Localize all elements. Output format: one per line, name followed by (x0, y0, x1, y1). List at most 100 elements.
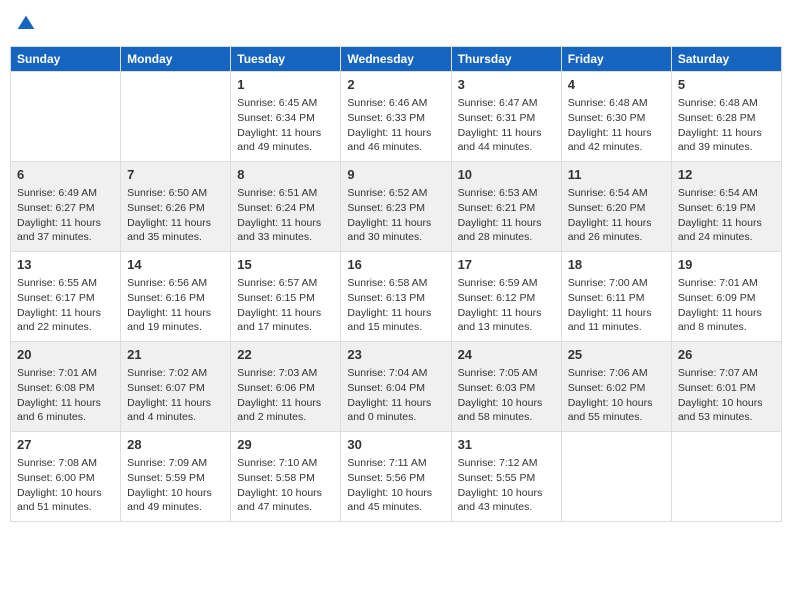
day-info: Sunrise: 7:02 AM Sunset: 6:07 PM Dayligh… (127, 366, 224, 425)
day-info: Sunrise: 6:47 AM Sunset: 6:31 PM Dayligh… (458, 96, 555, 155)
day-number: 10 (458, 166, 555, 184)
calendar-cell: 5 Sunrise: 6:48 AM Sunset: 6:28 PM Daylig… (671, 72, 781, 162)
day-info: Sunrise: 6:58 AM Sunset: 6:13 PM Dayligh… (347, 276, 444, 335)
day-info: Sunrise: 6:53 AM Sunset: 6:21 PM Dayligh… (458, 186, 555, 245)
day-info: Sunrise: 6:48 AM Sunset: 6:28 PM Dayligh… (678, 96, 775, 155)
calendar-week-row: 6 Sunrise: 6:49 AM Sunset: 6:27 PM Daylig… (11, 162, 782, 252)
calendar-cell: 3Sunrise: 6:47 AM Sunset: 6:31 PM Daylig… (451, 72, 561, 162)
calendar-cell: 4 Sunrise: 6:48 AM Sunset: 6:30 PM Daylig… (561, 72, 671, 162)
calendar-week-row: 20 Sunrise: 7:01 AM Sunset: 6:08 PM Dayli… (11, 342, 782, 432)
day-number: 30 (347, 436, 444, 454)
day-info: Sunrise: 7:05 AM Sunset: 6:03 PM Dayligh… (458, 366, 555, 425)
calendar-cell: 29 Sunrise: 7:10 AM Sunset: 5:58 PM Dayli… (231, 432, 341, 522)
day-info: Sunrise: 7:03 AM Sunset: 6:06 PM Dayligh… (237, 366, 334, 425)
day-number: 17 (458, 256, 555, 274)
calendar-cell: 28Sunrise: 7:09 AM Sunset: 5:59 PM Dayli… (121, 432, 231, 522)
day-number: 18 (568, 256, 665, 274)
calendar-cell: 2 Sunrise: 6:46 AM Sunset: 6:33 PM Daylig… (341, 72, 451, 162)
calendar-cell: 18 Sunrise: 7:00 AM Sunset: 6:11 PM Dayli… (561, 252, 671, 342)
calendar-cell: 20 Sunrise: 7:01 AM Sunset: 6:08 PM Dayli… (11, 342, 121, 432)
calendar-cell: 26Sunrise: 7:07 AM Sunset: 6:01 PM Dayli… (671, 342, 781, 432)
calendar-cell: 16 Sunrise: 6:58 AM Sunset: 6:13 PM Dayli… (341, 252, 451, 342)
day-number: 20 (17, 346, 114, 364)
calendar-cell: 7Sunrise: 6:50 AM Sunset: 6:26 PM Daylig… (121, 162, 231, 252)
day-info: Sunrise: 7:00 AM Sunset: 6:11 PM Dayligh… (568, 276, 665, 335)
day-info: Sunrise: 7:07 AM Sunset: 6:01 PM Dayligh… (678, 366, 775, 425)
day-info: Sunrise: 6:49 AM Sunset: 6:27 PM Dayligh… (17, 186, 114, 245)
logo-icon (16, 14, 36, 34)
calendar-cell: 15 Sunrise: 6:57 AM Sunset: 6:15 PM Dayli… (231, 252, 341, 342)
calendar-week-row: 27 Sunrise: 7:08 AM Sunset: 6:00 PM Dayli… (11, 432, 782, 522)
day-info: Sunrise: 7:06 AM Sunset: 6:02 PM Dayligh… (568, 366, 665, 425)
day-number: 25 (568, 346, 665, 364)
day-number: 31 (458, 436, 555, 454)
page-header (10, 10, 782, 38)
day-info: Sunrise: 6:56 AM Sunset: 6:16 PM Dayligh… (127, 276, 224, 335)
day-number: 8 (237, 166, 334, 184)
calendar-cell (121, 72, 231, 162)
day-header-sunday: Sunday (11, 47, 121, 72)
calendar-cell: 21 Sunrise: 7:02 AM Sunset: 6:07 PM Dayli… (121, 342, 231, 432)
day-info: Sunrise: 7:11 AM Sunset: 5:56 PM Dayligh… (347, 456, 444, 515)
day-info: Sunrise: 6:48 AM Sunset: 6:30 PM Dayligh… (568, 96, 665, 155)
day-number: 11 (568, 166, 665, 184)
day-info: Sunrise: 6:54 AM Sunset: 6:20 PM Dayligh… (568, 186, 665, 245)
day-number: 24 (458, 346, 555, 364)
calendar-cell: 13Sunrise: 6:55 AM Sunset: 6:17 PM Dayli… (11, 252, 121, 342)
calendar-header-row: SundayMondayTuesdayWednesdayThursdayFrid… (11, 47, 782, 72)
day-info: Sunrise: 6:45 AM Sunset: 6:34 PM Dayligh… (237, 96, 334, 155)
calendar-cell: 31 Sunrise: 7:12 AM Sunset: 5:55 PM Dayli… (451, 432, 561, 522)
calendar-cell: 12 Sunrise: 6:54 AM Sunset: 6:19 PM Dayli… (671, 162, 781, 252)
day-info: Sunrise: 6:55 AM Sunset: 6:17 PM Dayligh… (17, 276, 114, 335)
day-info: Sunrise: 7:01 AM Sunset: 6:08 PM Dayligh… (17, 366, 114, 425)
day-number: 29 (237, 436, 334, 454)
calendar-cell: 9Sunrise: 6:52 AM Sunset: 6:23 PM Daylig… (341, 162, 451, 252)
calendar-cell: 25 Sunrise: 7:06 AM Sunset: 6:02 PM Dayli… (561, 342, 671, 432)
day-number: 4 (568, 76, 665, 94)
calendar-cell: 24 Sunrise: 7:05 AM Sunset: 6:03 PM Dayli… (451, 342, 561, 432)
day-number: 6 (17, 166, 114, 184)
day-header-wednesday: Wednesday (341, 47, 451, 72)
calendar-cell: 19 Sunrise: 7:01 AM Sunset: 6:09 PM Dayli… (671, 252, 781, 342)
calendar-cell: 17 Sunrise: 6:59 AM Sunset: 6:12 PM Dayli… (451, 252, 561, 342)
day-info: Sunrise: 7:12 AM Sunset: 5:55 PM Dayligh… (458, 456, 555, 515)
day-number: 5 (678, 76, 775, 94)
calendar-cell (671, 432, 781, 522)
calendar-cell: 1 Sunrise: 6:45 AM Sunset: 6:34 PM Daylig… (231, 72, 341, 162)
day-number: 19 (678, 256, 775, 274)
calendar-cell: 14 Sunrise: 6:56 AM Sunset: 6:16 PM Dayli… (121, 252, 231, 342)
day-info: Sunrise: 6:46 AM Sunset: 6:33 PM Dayligh… (347, 96, 444, 155)
day-info: Sunrise: 7:04 AM Sunset: 6:04 PM Dayligh… (347, 366, 444, 425)
day-info: Sunrise: 7:08 AM Sunset: 6:00 PM Dayligh… (17, 456, 114, 515)
day-info: Sunrise: 6:57 AM Sunset: 6:15 PM Dayligh… (237, 276, 334, 335)
calendar-cell: 11 Sunrise: 6:54 AM Sunset: 6:20 PM Dayli… (561, 162, 671, 252)
calendar-cell: 10 Sunrise: 6:53 AM Sunset: 6:21 PM Dayli… (451, 162, 561, 252)
day-info: Sunrise: 6:59 AM Sunset: 6:12 PM Dayligh… (458, 276, 555, 335)
day-number: 14 (127, 256, 224, 274)
calendar-cell (11, 72, 121, 162)
calendar-table: SundayMondayTuesdayWednesdayThursdayFrid… (10, 46, 782, 522)
day-number: 15 (237, 256, 334, 274)
day-info: Sunrise: 7:09 AM Sunset: 5:59 PM Dayligh… (127, 456, 224, 515)
day-number: 23 (347, 346, 444, 364)
day-number: 27 (17, 436, 114, 454)
day-number: 1 (237, 76, 334, 94)
day-info: Sunrise: 7:01 AM Sunset: 6:09 PM Dayligh… (678, 276, 775, 335)
day-info: Sunrise: 6:52 AM Sunset: 6:23 PM Dayligh… (347, 186, 444, 245)
day-header-saturday: Saturday (671, 47, 781, 72)
day-number: 16 (347, 256, 444, 274)
day-header-monday: Monday (121, 47, 231, 72)
day-number: 21 (127, 346, 224, 364)
day-number: 12 (678, 166, 775, 184)
day-header-friday: Friday (561, 47, 671, 72)
calendar-cell (561, 432, 671, 522)
calendar-cell: 22Sunrise: 7:03 AM Sunset: 6:06 PM Dayli… (231, 342, 341, 432)
day-number: 2 (347, 76, 444, 94)
day-info: Sunrise: 6:54 AM Sunset: 6:19 PM Dayligh… (678, 186, 775, 245)
day-info: Sunrise: 7:10 AM Sunset: 5:58 PM Dayligh… (237, 456, 334, 515)
day-info: Sunrise: 6:51 AM Sunset: 6:24 PM Dayligh… (237, 186, 334, 245)
calendar-cell: 23 Sunrise: 7:04 AM Sunset: 6:04 PM Dayli… (341, 342, 451, 432)
calendar-week-row: 1 Sunrise: 6:45 AM Sunset: 6:34 PM Daylig… (11, 72, 782, 162)
calendar-cell: 27 Sunrise: 7:08 AM Sunset: 6:00 PM Dayli… (11, 432, 121, 522)
day-header-tuesday: Tuesday (231, 47, 341, 72)
